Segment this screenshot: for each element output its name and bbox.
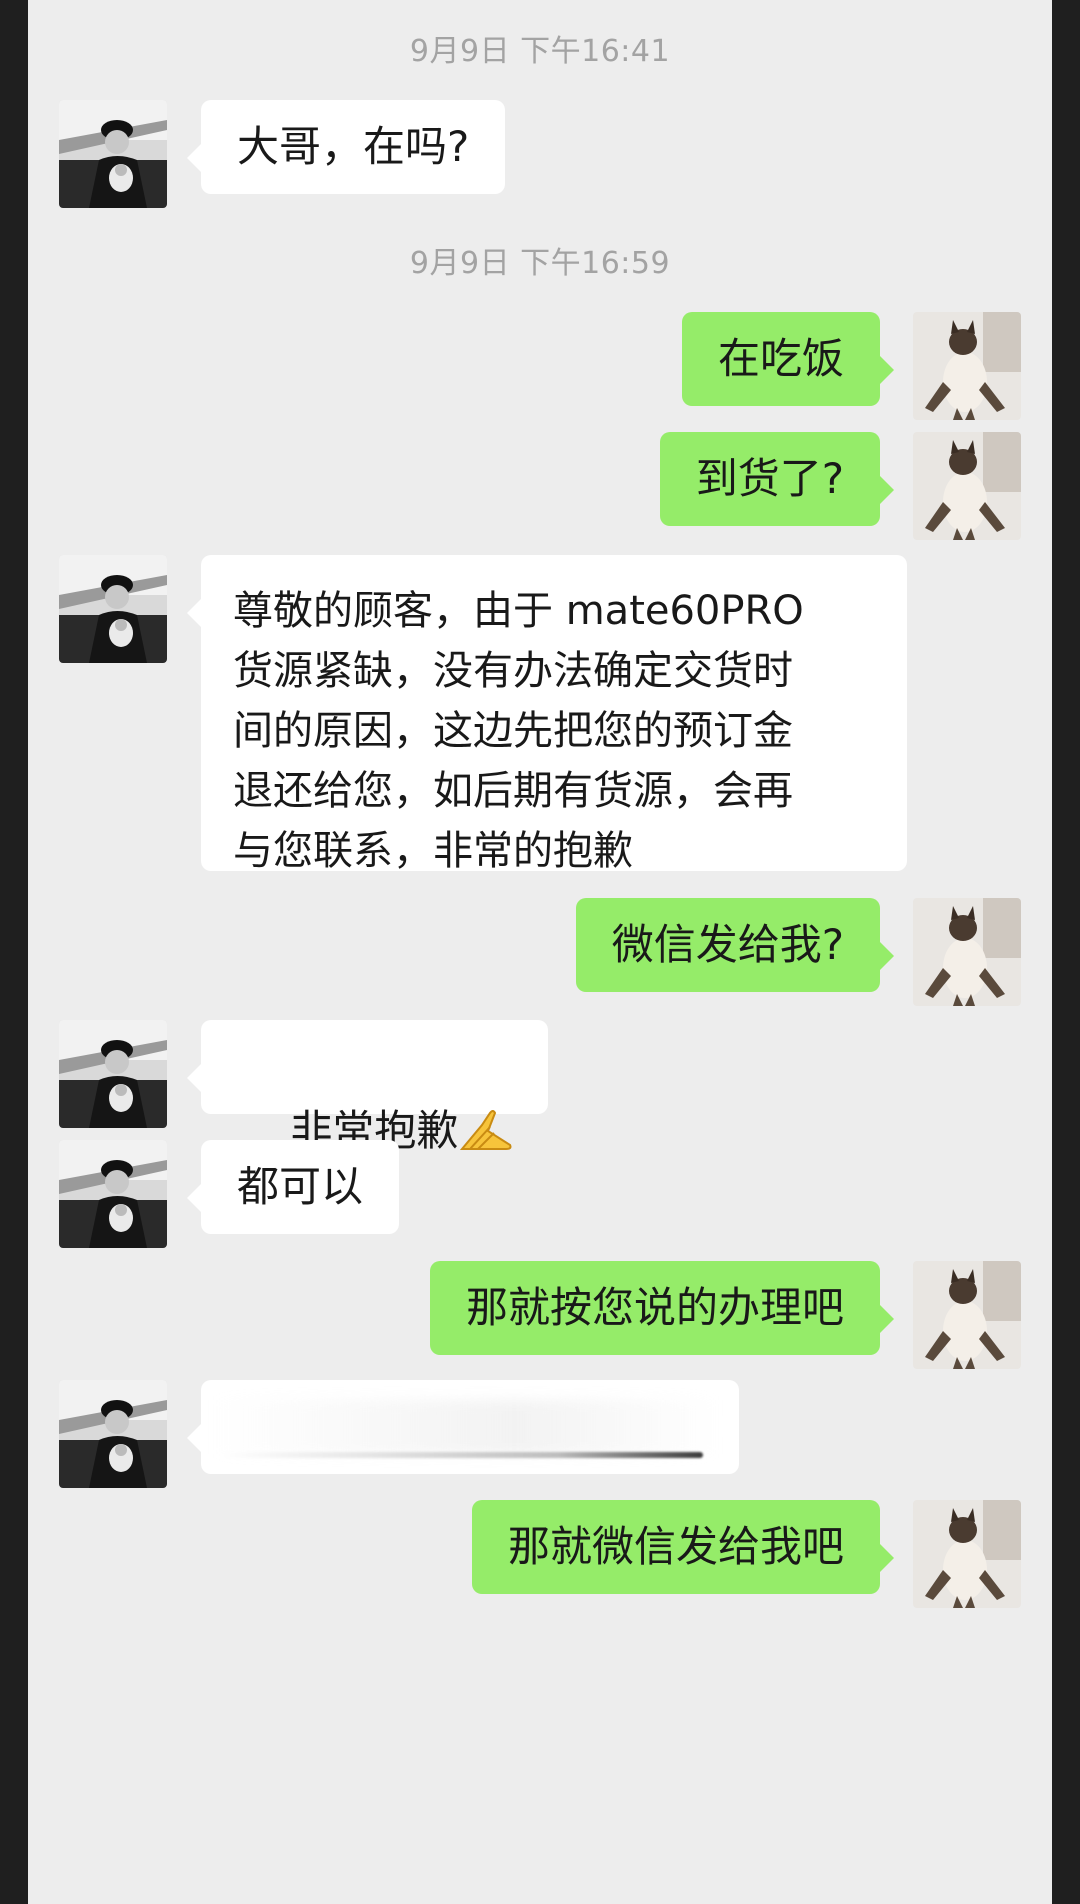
timestamp: 9月9日 下午16:41 xyxy=(409,34,671,69)
man-with-cap-avatar-icon xyxy=(59,555,167,663)
self-avatar[interactable] xyxy=(913,1261,1021,1369)
message-bubble[interactable]: 在吃饭 xyxy=(681,312,895,406)
chat-view: 9月9日 下午16:41 大哥，在吗? 9月9日 下午16:59 在吃饭 到货了… xyxy=(28,0,1052,1904)
message-bubble[interactable]: 尊敬的顾客，由于 mate60PRO 货源紧缺，没有办法确定交货时 间的原因，这… xyxy=(187,555,907,874)
contact-avatar[interactable] xyxy=(59,100,167,208)
folded-hands-icon xyxy=(460,1105,512,1169)
message-bubble[interactable]: 到货了? xyxy=(659,432,895,526)
self-avatar[interactable] xyxy=(913,898,1021,1006)
contact-avatar[interactable] xyxy=(59,1140,167,1248)
man-with-cap-avatar-icon xyxy=(59,100,167,208)
man-with-cap-avatar-icon xyxy=(59,1020,167,1128)
blur-overlay xyxy=(221,1452,703,1458)
siamese-cat-avatar-icon xyxy=(913,312,1021,420)
message-bubble[interactable]: 都可以 xyxy=(186,1140,400,1234)
message-bubble[interactable]: 微信发给我? xyxy=(575,898,895,992)
blurred-message-bubble[interactable] xyxy=(187,1380,739,1474)
self-avatar[interactable] xyxy=(913,1500,1021,1608)
siamese-cat-avatar-icon xyxy=(913,898,1021,1006)
contact-avatar[interactable] xyxy=(59,555,167,663)
timestamp: 9月9日 下午16:59 xyxy=(409,246,671,281)
contact-avatar[interactable] xyxy=(59,1020,167,1128)
message-bubble[interactable]: 大哥，在吗? xyxy=(186,100,506,194)
man-with-cap-avatar-icon xyxy=(59,1140,167,1248)
message-bubble[interactable]: 非常抱歉 xyxy=(186,1020,549,1155)
siamese-cat-avatar-icon xyxy=(913,1500,1021,1608)
blur-overlay xyxy=(211,1400,719,1454)
man-with-cap-avatar-icon xyxy=(59,1380,167,1488)
self-avatar[interactable] xyxy=(913,312,1021,420)
message-bubble[interactable]: 那就按您说的办理吧 xyxy=(429,1261,895,1355)
contact-avatar[interactable] xyxy=(59,1380,167,1488)
self-avatar[interactable] xyxy=(913,432,1021,540)
siamese-cat-avatar-icon xyxy=(913,1261,1021,1369)
siamese-cat-avatar-icon xyxy=(913,432,1021,540)
message-bubble[interactable]: 那就微信发给我吧 xyxy=(471,1500,895,1594)
